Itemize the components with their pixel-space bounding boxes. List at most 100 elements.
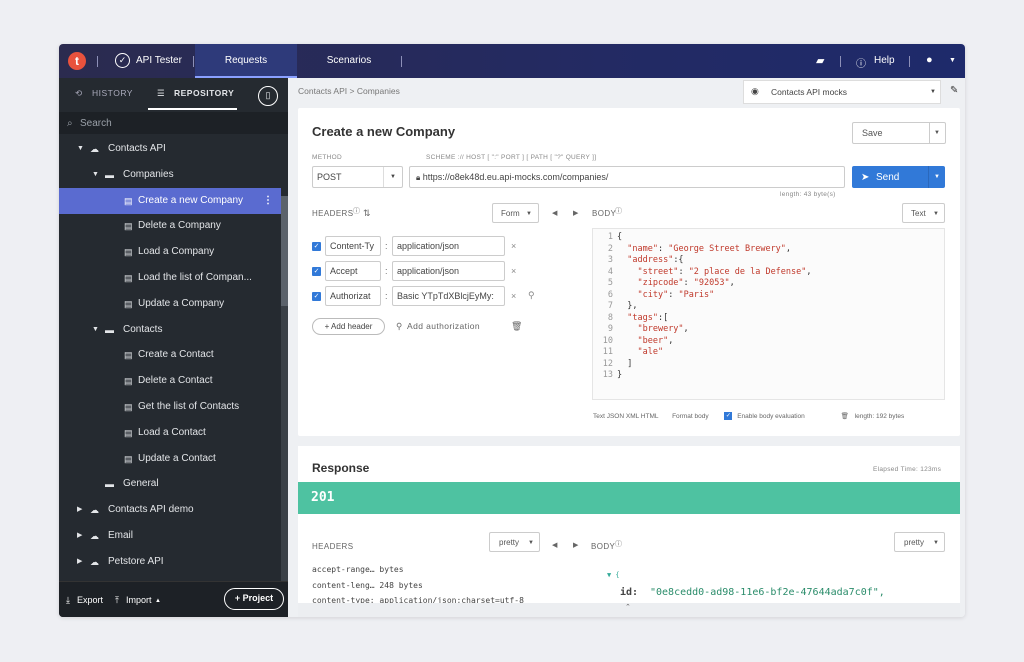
help-link[interactable]: Help [874, 55, 895, 66]
header-value-input[interactable]: application/json [392, 236, 505, 256]
tree-item[interactable]: ▼ ☁ Contacts API [59, 136, 281, 162]
expand-right-icon[interactable]: ▶ [573, 541, 579, 549]
response-headers-mode[interactable]: pretty ▼ [489, 532, 540, 552]
chat-icon[interactable]: ▰ [816, 54, 824, 67]
tree-item[interactable]: ▤ Delete a Contact [59, 368, 281, 394]
chevron-up-icon[interactable]: ⌃ [625, 603, 631, 611]
header-enabled-checkbox[interactable]: ✓ [312, 242, 321, 251]
sort-icon[interactable]: ⇅ [363, 208, 371, 219]
remove-header-icon[interactable]: × [511, 291, 516, 301]
tree-item[interactable]: ▤ Load a Company [59, 239, 281, 265]
folder-cloud-icon: ☁ [90, 144, 99, 154]
breadcrumb-current[interactable]: Companies [357, 86, 400, 96]
export-button[interactable]: Export [77, 595, 103, 605]
tree-item[interactable]: ▶ ☁ Petstore API [59, 549, 281, 575]
header-enabled-checkbox[interactable]: ✓ [312, 267, 321, 276]
chevron-right-icon[interactable]: ▶ [77, 549, 82, 575]
add-header-label: Add header [331, 322, 373, 331]
tab-history[interactable]: HISTORY [92, 88, 133, 98]
add-project-button[interactable]: + Project [224, 588, 284, 610]
expand-right-icon[interactable]: ▶ [573, 209, 579, 217]
tree-item[interactable]: ▼ ▬ Companies [59, 162, 281, 188]
tree-item[interactable]: ▤ Create a Contact [59, 342, 281, 368]
more-options-icon[interactable]: ⋮ [263, 188, 273, 214]
tree-item-label: Contacts [123, 323, 163, 335]
trash-icon[interactable]: 🗑︎ [511, 321, 523, 332]
header-value-input[interactable]: application/json [392, 261, 505, 281]
tree-item[interactable]: ▤ Update a Contact [59, 446, 281, 472]
enable-eval-checkbox[interactable]: ✓ [724, 412, 733, 421]
code-line: "tags":[ [627, 312, 669, 323]
code-line: "address":{ [627, 255, 684, 265]
repository-icon: ☰ [157, 88, 166, 98]
header-enabled-checkbox[interactable]: ✓ [312, 292, 321, 301]
tree-item[interactable]: ▤ Get the list of Contacts [59, 394, 281, 420]
chevron-down-icon[interactable]: ▼ [77, 136, 84, 162]
header-colon: : [385, 241, 388, 251]
url-input[interactable]: 🔒︎ https://o8ek48d.eu.api-mocks.com/comp… [409, 166, 845, 188]
tree-item[interactable]: ▬ General [59, 471, 281, 497]
status-code-bar: 201 [298, 482, 960, 514]
code-line: "street": "2 place de la Defense", [637, 266, 812, 277]
tree-item[interactable]: ▤ Delete a Company [59, 213, 281, 239]
header-name-input[interactable]: Content-Ty [325, 236, 381, 256]
import-button[interactable]: Import [126, 595, 152, 605]
search-bar[interactable]: ⌕ Search [59, 112, 288, 134]
line-number: 7 [607, 301, 613, 311]
header-name-input[interactable]: Accept [325, 261, 381, 281]
tree-item[interactable]: ▤ Load a Contact [59, 420, 281, 446]
chevron-down-icon: ▼ [930, 89, 936, 95]
tab-scenarios[interactable]: Scenarios [299, 44, 399, 78]
chevron-down-icon[interactable]: ▼ [92, 162, 99, 188]
new-document-icon[interactable]: ▯ [258, 86, 278, 106]
sidebar: ⟲ HISTORY ☰ REPOSITORY ▯ ⌕ Search ▼ ☁ Cont… [59, 78, 288, 617]
edit-icon[interactable]: ✎ [950, 85, 958, 96]
tree-item[interactable]: ▶ ☁ Email [59, 523, 281, 549]
add-header-button[interactable]: + Add header [312, 318, 385, 335]
remove-header-icon[interactable]: × [511, 266, 516, 276]
header-value-input[interactable]: Basic YTpTdXBlcjEyMy: [392, 286, 505, 306]
response-body-mode[interactable]: pretty ▼ [894, 532, 945, 552]
body-mode-select[interactable]: Text ▼ [902, 203, 945, 223]
divider [383, 167, 384, 187]
send-button[interactable]: ➤ Send ▼ [852, 166, 945, 188]
trash-icon[interactable]: 🗑︎ [841, 413, 849, 420]
save-label: Save [862, 128, 883, 138]
body-formats[interactable]: Text JSON XML HTML [593, 413, 658, 420]
tree-item[interactable]: ▼ ▬ Contacts [59, 317, 281, 343]
header-name-input[interactable]: Authorizat [325, 286, 381, 306]
tab-repository[interactable]: REPOSITORY [174, 88, 234, 98]
breadcrumb-root[interactable]: Contacts API [298, 86, 347, 96]
collapse-left-icon[interactable]: ◀ [552, 541, 558, 549]
sidebar-scrollbar-thumb[interactable] [281, 196, 288, 306]
help-icon[interactable]: ⓘ [856, 55, 866, 70]
chevron-down-icon[interactable]: ▼ [949, 57, 956, 64]
environment-select[interactable]: ◉ Contacts API mocks ▼ [743, 80, 941, 104]
tree-item[interactable]: ▤ Create a new Company ⋮ [59, 187, 281, 214]
user-icon[interactable]: ● [926, 54, 933, 66]
remove-header-icon[interactable]: × [511, 241, 516, 251]
collapse-left-icon[interactable]: ◀ [552, 209, 558, 217]
chevron-right-icon[interactable]: ▶ [77, 497, 82, 523]
tree-item[interactable]: ▤ Load the list of Compan... [59, 265, 281, 291]
key-icon: ⚲ [396, 321, 403, 331]
request-icon: ▤ [124, 298, 133, 309]
chevron-down-icon[interactable]: ▼ [92, 317, 99, 343]
tab-requests[interactable]: Requests [195, 44, 297, 78]
search-input[interactable]: Search [80, 118, 112, 129]
headers-mode-select[interactable]: Form ▼ [492, 203, 539, 223]
tree-item[interactable]: ▤ Update a Company [59, 291, 281, 317]
add-authorization-link[interactable]: Add authorization [407, 321, 480, 331]
chevron-right-icon[interactable]: ▶ [77, 523, 82, 549]
method-select[interactable]: POST ▼ [312, 166, 403, 188]
key-icon[interactable]: ⚲ [528, 290, 535, 301]
chevron-down-icon: ▼ [528, 540, 534, 546]
format-body-link[interactable]: Format body [672, 413, 709, 420]
code-line: ] [617, 358, 633, 369]
tree-item[interactable]: ▶ ☁ Contacts API demo [59, 497, 281, 523]
collapse-json-icon[interactable]: ▼ { [607, 571, 620, 579]
environment-value: Contacts API mocks [771, 87, 848, 97]
body-editor[interactable]: 1 {2 "name": "George Street Brewery", 3 "a… [592, 228, 945, 400]
info-icon: ⓘ [353, 208, 361, 215]
save-button[interactable]: Save ▼ [852, 122, 946, 144]
